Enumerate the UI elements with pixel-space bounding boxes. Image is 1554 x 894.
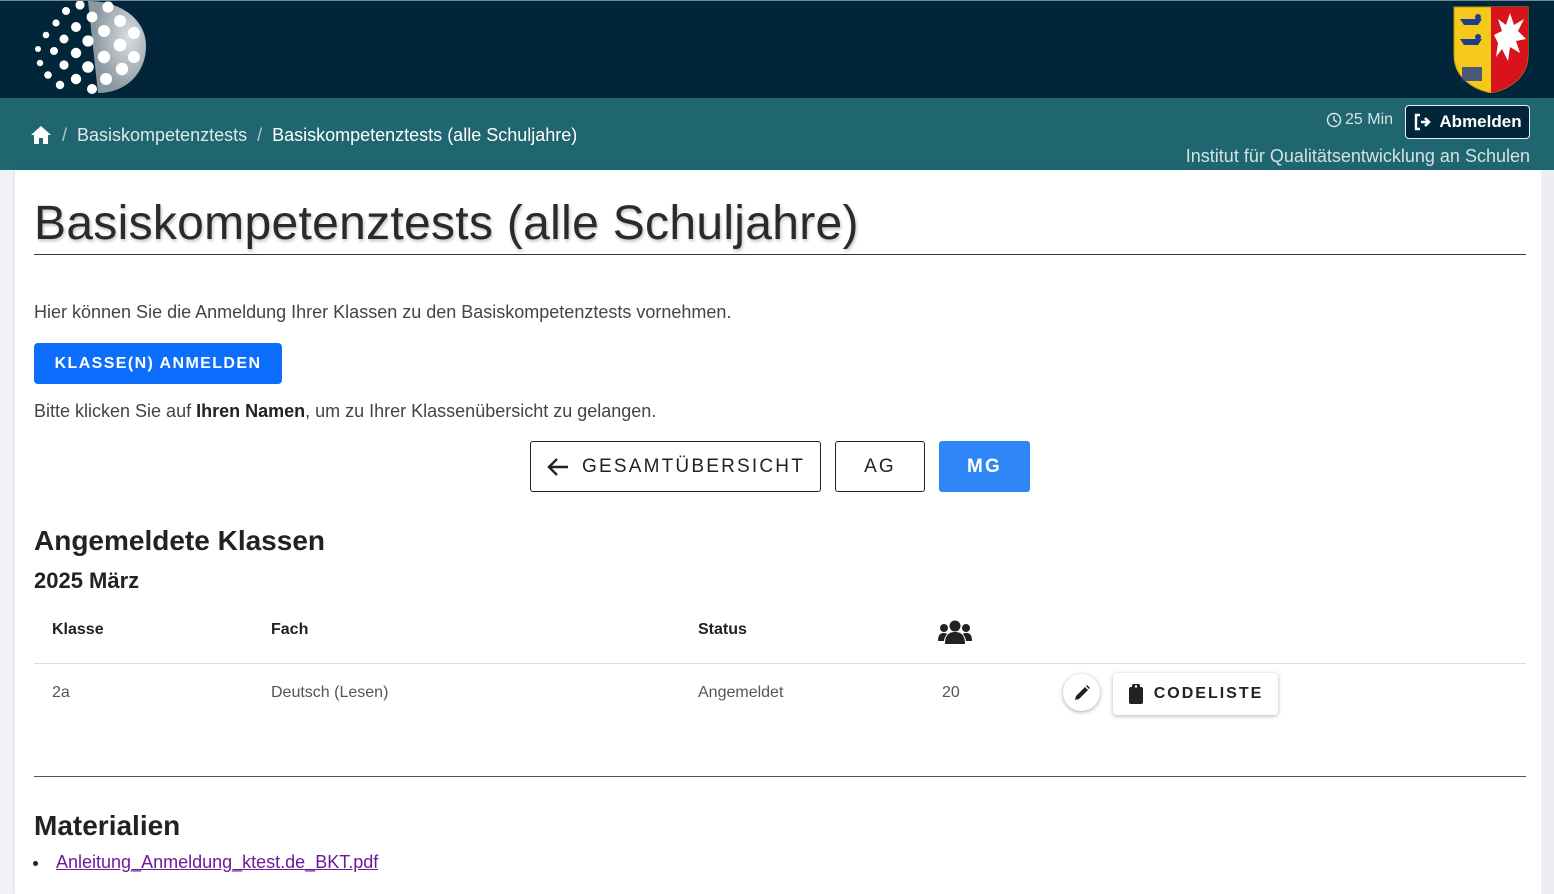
table-header-divider [34, 663, 1526, 664]
clock-icon [1326, 112, 1342, 128]
pencil-icon [1074, 684, 1090, 700]
page-scroll-edge [1541, 170, 1554, 894]
materials-list: Anleitung_Anmeldung_ktest.de_BKT.pdf [50, 852, 378, 873]
page-title: Basiskompetenztests (alle Schuljahre) [34, 197, 859, 250]
home-icon[interactable] [30, 125, 52, 145]
logout-label: Abmelden [1439, 112, 1522, 131]
cell-status: Angemeldet [698, 684, 784, 701]
sign-out-icon [1415, 113, 1432, 131]
column-header-fach: Fach [271, 621, 309, 638]
column-header-klasse: Klasse [52, 621, 104, 638]
top-header [0, 0, 1554, 98]
section-divider [34, 776, 1526, 777]
timer-text: 25 Min [1345, 111, 1394, 128]
register-classes-button[interactable]: KLASSE(N) ANMELDEN [34, 343, 282, 384]
title-divider [34, 254, 1526, 255]
registered-classes-heading: Angemeldete Klassen [34, 525, 325, 556]
cell-fach: Deutsch (Lesen) [271, 684, 389, 701]
clipboard-icon [1128, 684, 1143, 704]
dotted-sphere-logo [35, 1, 146, 94]
breadcrumb-current: Basiskompetenztests (alle Schuljahre) [272, 124, 578, 145]
institute-name: Institut für Qualitätsentwicklung an Sch… [1185, 146, 1530, 166]
materials-heading: Materialien [34, 810, 181, 841]
breadcrumb-separator: / [257, 124, 263, 145]
tab-ag[interactable]: AG [835, 441, 925, 492]
codeliste-button[interactable]: CODELISTE [1113, 673, 1278, 715]
logout-button[interactable]: Abmelden [1405, 105, 1530, 139]
hint-text: Bitte klicken Sie auf Ihren Namen, um zu… [34, 401, 656, 422]
arrow-left-icon [547, 457, 568, 476]
session-timer: 25 Min [1326, 111, 1393, 129]
tab-overview[interactable]: GESAMTÜBERSICHT [530, 441, 821, 492]
period-heading: 2025 März [34, 568, 140, 593]
materials-pdf-link[interactable]: Anleitung_Anmeldung_ktest.de_BKT.pdf [56, 852, 378, 872]
schleswig-holstein-crest-icon [1453, 6, 1529, 93]
edit-button[interactable] [1063, 674, 1100, 711]
intro-text: Hier können Sie die Anmeldung Ihrer Klas… [34, 302, 732, 322]
tab-overview-label: GESAMTÜBERSICHT [581, 455, 806, 477]
column-header-status: Status [698, 621, 747, 638]
cell-klasse: 2a [52, 684, 70, 701]
hint-text-before: Bitte klicken Sie auf [34, 401, 197, 421]
breadcrumb-separator: / [62, 124, 68, 145]
hint-text-after: , um zu Ihrer Klassenübersicht zu gelang… [305, 401, 657, 421]
tab-mg[interactable]: MG [939, 441, 1030, 492]
hint-text-bold: Ihren Namen [196, 401, 306, 421]
users-icon [938, 620, 972, 644]
breadcrumb-basiskompetenztests[interactable]: Basiskompetenztests [77, 125, 247, 146]
codeliste-label: CODELISTE [1153, 685, 1264, 702]
cell-count: 20 [942, 684, 960, 701]
list-item: Anleitung_Anmeldung_ktest.de_BKT.pdf [50, 852, 378, 873]
breadcrumb: / Basiskompetenztests / Basiskompetenzte… [30, 122, 577, 148]
